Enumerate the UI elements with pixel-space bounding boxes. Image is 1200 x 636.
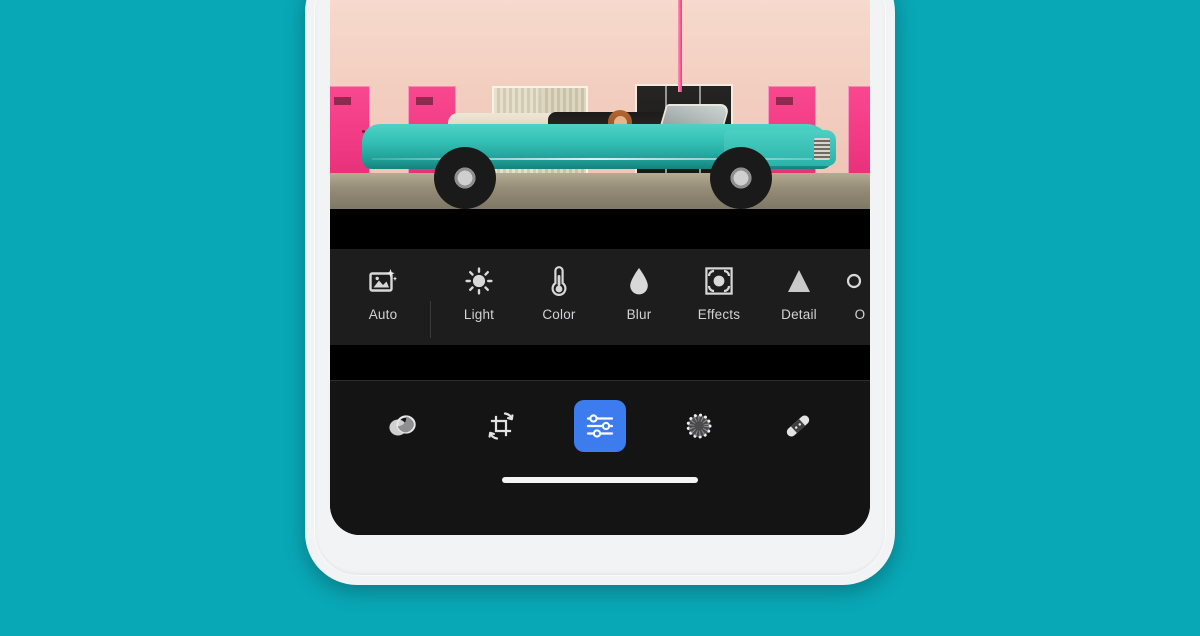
bottom-nav-bar — [330, 381, 870, 535]
adjust-item-label: Color — [542, 307, 576, 322]
edited-photo[interactable] — [330, 0, 870, 209]
bandage-icon — [781, 409, 815, 443]
adjust-item-light[interactable]: Light — [440, 263, 518, 335]
frame-corners-icon — [705, 263, 733, 299]
adjust-item-auto[interactable]: Auto — [344, 263, 422, 335]
triangle-icon — [785, 263, 813, 299]
nav-button-healing[interactable] — [772, 400, 824, 452]
photo-letterbox — [330, 209, 870, 249]
nav-button-crop[interactable] — [475, 400, 527, 452]
auto-enhance-icon — [369, 263, 397, 299]
adjust-item-label: O — [854, 307, 866, 322]
adjust-toolbar-scroll[interactable]: Auto Light Color Blur Effects Detail O — [330, 249, 870, 345]
adjust-item-label: Effects — [697, 307, 741, 322]
phone-screen: Auto Light Color Blur Effects Detail O — [330, 0, 870, 535]
dotted-circle-icon — [683, 410, 715, 442]
adjust-item-color[interactable]: Color — [520, 263, 598, 335]
adjust-item-label: Light — [463, 307, 495, 322]
bottom-nav-row — [330, 395, 870, 457]
toolbar-divider — [430, 301, 431, 338]
overlapping-circles-icon — [385, 411, 419, 441]
adjust-toolbar: Auto Light Color Blur Effects Detail O — [330, 249, 870, 381]
sun-icon — [465, 263, 493, 299]
adjust-item-label: Detail — [781, 307, 817, 322]
nav-button-presets[interactable] — [376, 400, 428, 452]
adjust-item-effects[interactable]: Effects — [680, 263, 758, 335]
convertible-car — [362, 102, 836, 209]
nav-button-adjust[interactable] — [574, 400, 626, 452]
adjust-item-detail[interactable]: Detail — [760, 263, 838, 335]
sliders-icon — [585, 413, 615, 439]
nav-button-masking[interactable] — [673, 400, 725, 452]
motel-pole — [678, 0, 682, 92]
adjust-item-optics[interactable]: O — [840, 263, 870, 335]
adjust-item-blur[interactable]: Blur — [600, 263, 678, 335]
adjust-item-label: Blur — [626, 307, 652, 322]
optics-icon — [847, 263, 870, 299]
crop-rotate-icon — [485, 410, 517, 442]
adjust-item-label: Auto — [368, 307, 398, 322]
motel-door — [848, 86, 870, 182]
phone-frame: Auto Light Color Blur Effects Detail O — [305, 0, 895, 585]
home-indicator[interactable] — [502, 477, 698, 483]
droplet-icon — [627, 263, 651, 299]
photo-canvas[interactable] — [330, 0, 870, 249]
thermometer-icon — [549, 263, 569, 299]
